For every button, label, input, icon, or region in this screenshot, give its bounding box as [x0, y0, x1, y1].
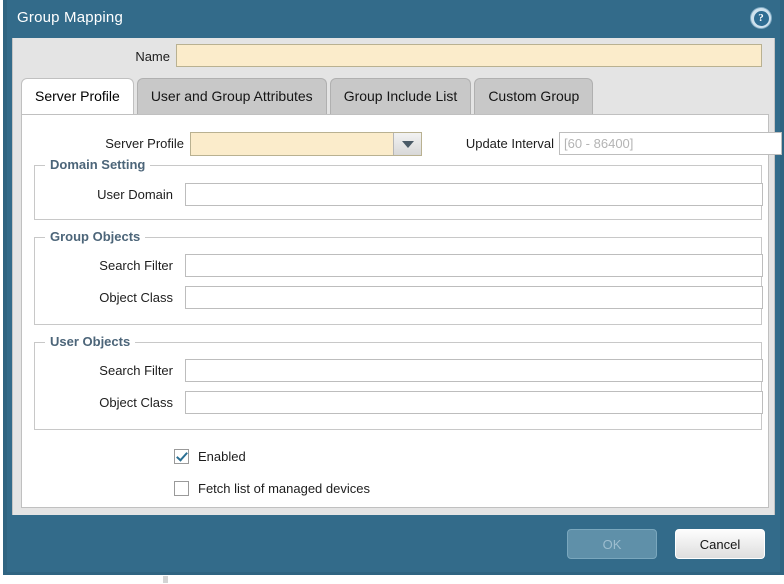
- tab-label: Group Include List: [343, 88, 458, 104]
- user-objects-fieldset: User Objects Search Filter Object Class: [34, 334, 763, 430]
- name-label: Name: [135, 49, 170, 64]
- tab-server-profile[interactable]: Server Profile: [21, 78, 134, 114]
- group-object-class-row: Object Class: [45, 283, 763, 313]
- user-object-class-row: Object Class: [45, 388, 763, 418]
- background-artifact: [163, 576, 168, 583]
- tab-custom-group[interactable]: Custom Group: [474, 78, 594, 114]
- chevron-down-icon[interactable]: [393, 133, 421, 155]
- user-search-filter-row: Search Filter: [45, 356, 763, 386]
- tab-label: User and Group Attributes: [150, 88, 313, 104]
- server-profile-row: Server Profile Update Interval: [32, 129, 782, 159]
- update-interval-label: Update Interval: [465, 136, 554, 151]
- enabled-checkbox[interactable]: [174, 449, 189, 464]
- server-profile-label: Server Profile: [105, 136, 184, 151]
- help-circle-icon[interactable]: ?: [751, 8, 771, 28]
- dialog-title: Group Mapping: [17, 9, 123, 26]
- user-search-filter-input[interactable]: [185, 359, 763, 382]
- group-search-filter-row: Search Filter: [45, 251, 763, 281]
- user-search-filter-label: Search Filter: [99, 363, 173, 378]
- dialog-titlebar: Group Mapping ?: [7, 0, 780, 38]
- ok-button[interactable]: OK: [567, 529, 657, 559]
- dialog-body: Name Server Profile User and Group Attri…: [12, 38, 782, 518]
- fetch-managed-devices-checkbox[interactable]: [174, 481, 189, 496]
- page-background-strip: [0, 575, 784, 584]
- group-objects-legend: Group Objects: [45, 229, 146, 244]
- group-objects-fieldset: Group Objects Search Filter Object Class: [34, 229, 763, 325]
- name-input[interactable]: [176, 44, 762, 67]
- enabled-checkbox-label: Enabled: [198, 449, 246, 464]
- name-row: Name: [13, 38, 774, 76]
- dialog-footer: OK Cancel: [7, 515, 780, 572]
- group-object-class-input[interactable]: [185, 286, 763, 309]
- tab-group-include-list[interactable]: Group Include List: [329, 78, 472, 114]
- user-object-class-input[interactable]: [185, 391, 763, 414]
- fetch-managed-devices-checkbox-row[interactable]: Fetch list of managed devices: [174, 481, 370, 496]
- domain-setting-fieldset: Domain Setting User Domain: [34, 157, 763, 220]
- tab-label: Custom Group: [488, 88, 580, 104]
- user-objects-legend: User Objects: [45, 334, 136, 349]
- chevron-down-glyph: [401, 140, 414, 148]
- group-search-filter-input[interactable]: [185, 254, 763, 277]
- user-domain-row: User Domain: [45, 180, 763, 210]
- group-object-class-label: Object Class: [99, 290, 173, 305]
- cancel-button[interactable]: Cancel: [675, 529, 765, 559]
- tab-user-and-group-attributes[interactable]: User and Group Attributes: [136, 78, 327, 114]
- fetch-managed-devices-checkbox-label: Fetch list of managed devices: [198, 481, 370, 496]
- tab-panel-server-profile: Server Profile Update Interval Domain Se…: [21, 114, 782, 508]
- user-domain-input[interactable]: [185, 183, 763, 206]
- server-profile-select[interactable]: [190, 132, 422, 156]
- domain-setting-legend: Domain Setting: [45, 157, 151, 172]
- user-object-class-label: Object Class: [99, 395, 173, 410]
- update-interval-input[interactable]: [559, 132, 782, 155]
- tabstrip: Server Profile User and Group Attributes…: [21, 78, 769, 114]
- help-icon-glyph: ?: [753, 10, 769, 26]
- enabled-checkbox-row[interactable]: Enabled: [174, 449, 246, 464]
- group-mapping-dialog: Group Mapping ? Name Server Profile User…: [3, 0, 784, 575]
- group-search-filter-label: Search Filter: [99, 258, 173, 273]
- user-domain-label: User Domain: [97, 187, 173, 202]
- tab-label: Server Profile: [35, 88, 120, 104]
